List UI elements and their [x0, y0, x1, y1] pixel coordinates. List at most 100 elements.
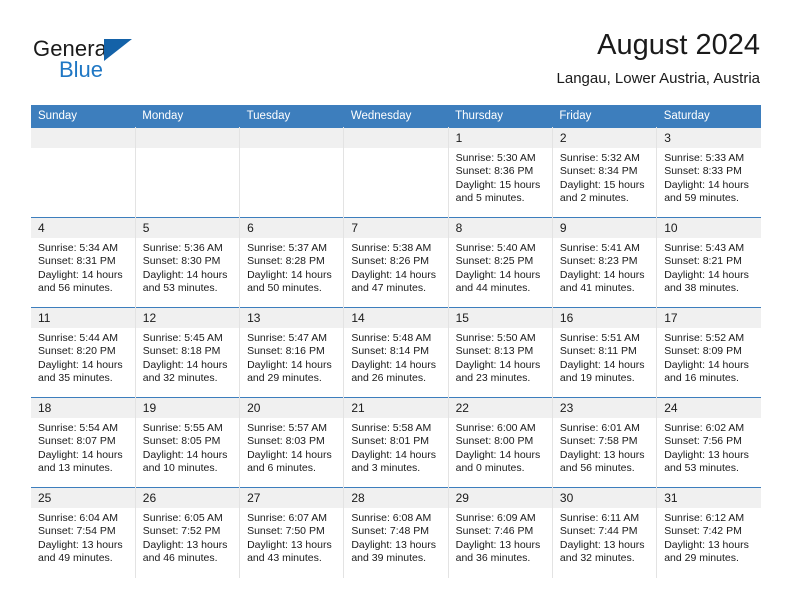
sunrise-time: Sunrise: 5:43 AM: [664, 242, 745, 254]
sunset-time: Sunset: 8:36 PM: [455, 165, 534, 178]
day-details: Sunrise: 5:54 AM Sunset: 8:07 PM Daylight:…: [31, 418, 135, 476]
day-number: [135, 128, 240, 148]
calendar-day-cell[interactable]: 20 Sunrise: 5:57 AM Sunset: 8:03 PM Dayligh…: [239, 397, 345, 488]
calendar-page: General Blue August 2024 Langau, Lower A…: [0, 0, 792, 612]
sunset-time: Sunset: 7:48 PM: [351, 525, 429, 538]
day-number: 30: [552, 488, 657, 508]
daylight-duration-line1: Daylight: 14 hours: [142, 268, 228, 281]
calendar-day-cell[interactable]: 14 Sunrise: 5:48 AM Sunset: 8:14 PM Dayligh…: [343, 307, 449, 398]
calendar-day-cell[interactable]: 31 Sunrise: 6:12 AM Sunset: 7:42 PM Dayligh…: [656, 487, 761, 578]
daylight-duration-line2: and 26 minutes.: [351, 372, 427, 385]
calendar-day-cell[interactable]: 29 Sunrise: 6:09 AM Sunset: 7:46 PM Dayligh…: [447, 487, 553, 578]
sunset-time: Sunset: 7:56 PM: [664, 435, 742, 448]
daylight-duration-line1: Daylight: 14 hours: [38, 448, 123, 461]
brand-logo[interactable]: General Blue: [33, 36, 153, 82]
daylight-duration-line1: Daylight: 14 hours: [559, 358, 645, 371]
calendar-day-cell[interactable]: 30 Sunrise: 6:11 AM Sunset: 7:44 PM Dayligh…: [551, 487, 658, 578]
calendar-day-cell[interactable]: 2 Sunrise: 5:32 AM Sunset: 8:34 PM Daylight…: [551, 127, 658, 218]
day-number: 31: [657, 488, 761, 508]
calendar-day-cell[interactable]: 25 Sunrise: 6:04 AM Sunset: 7:54 PM Dayligh…: [31, 487, 136, 578]
day-number: 9: [552, 218, 657, 238]
daylight-duration-line2: and 16 minutes.: [664, 372, 739, 385]
calendar-week-row: 25 Sunrise: 6:04 AM Sunset: 7:54 PM Dayligh…: [31, 487, 761, 578]
calendar-week-row: 4 Sunrise: 5:34 AM Sunset: 8:31 PM Daylight…: [31, 217, 761, 308]
calendar-day-cell[interactable]: 24 Sunrise: 6:02 AM Sunset: 7:56 PM Dayligh…: [656, 397, 761, 488]
day-details: Sunrise: 5:55 AM Sunset: 8:05 PM Daylight:…: [136, 418, 239, 476]
calendar-day-cell[interactable]: 27 Sunrise: 6:07 AM Sunset: 7:50 PM Dayligh…: [239, 487, 345, 578]
day-number: 19: [135, 398, 240, 418]
day-details: Sunrise: 5:38 AM Sunset: 8:26 PM Daylight:…: [344, 238, 447, 296]
day-number: 11: [31, 308, 135, 328]
daylight-duration-line2: and 6 minutes.: [247, 462, 316, 475]
daylight-duration-line2: and 32 minutes.: [559, 552, 635, 565]
sunset-time: Sunset: 7:52 PM: [142, 525, 221, 538]
calendar-day-cell[interactable]: 16 Sunrise: 5:51 AM Sunset: 8:11 PM Dayligh…: [551, 307, 658, 398]
day-number: [240, 128, 344, 148]
weekday-header-wednesday: Wednesday: [343, 105, 449, 128]
calendar-day-cell[interactable]: 12 Sunrise: 5:45 AM Sunset: 8:18 PM Dayligh…: [134, 307, 241, 398]
calendar-day-cell[interactable]: 21 Sunrise: 5:58 AM Sunset: 8:01 PM Dayligh…: [343, 397, 449, 488]
day-details: Sunrise: 5:34 AM Sunset: 8:31 PM Daylight:…: [31, 238, 135, 296]
sunrise-time: Sunrise: 5:30 AM: [455, 152, 536, 164]
calendar-day-cell[interactable]: 15 Sunrise: 5:50 AM Sunset: 8:13 PM Dayligh…: [447, 307, 553, 398]
sunset-time: Sunset: 8:21 PM: [664, 255, 742, 268]
calendar-day-cell[interactable]: 8 Sunrise: 5:40 AM Sunset: 8:25 PM Daylight…: [447, 217, 553, 308]
sunset-time: Sunset: 8:28 PM: [247, 255, 325, 268]
calendar-week-row: 18 Sunrise: 5:54 AM Sunset: 8:07 PM Dayligh…: [31, 397, 761, 488]
calendar-day-cell-empty: [134, 127, 241, 218]
sunset-time: Sunset: 8:11 PM: [559, 345, 637, 358]
calendar-day-cell[interactable]: 4 Sunrise: 5:34 AM Sunset: 8:31 PM Daylight…: [31, 217, 136, 308]
sunset-time: Sunset: 7:46 PM: [455, 525, 534, 538]
calendar-day-cell[interactable]: 26 Sunrise: 6:05 AM Sunset: 7:52 PM Dayligh…: [134, 487, 241, 578]
calendar-day-cell[interactable]: 22 Sunrise: 6:00 AM Sunset: 8:00 PM Dayligh…: [447, 397, 553, 488]
day-number: [31, 128, 135, 148]
sunrise-time: Sunrise: 5:50 AM: [455, 332, 536, 344]
calendar-day-cell[interactable]: 19 Sunrise: 5:55 AM Sunset: 8:05 PM Dayligh…: [134, 397, 241, 488]
day-number: 4: [31, 218, 135, 238]
day-number: 3: [657, 128, 761, 148]
daylight-duration-line1: Daylight: 14 hours: [351, 448, 436, 461]
day-details: Sunrise: 5:40 AM Sunset: 8:25 PM Daylight:…: [449, 238, 552, 296]
daylight-duration-line2: and 43 minutes.: [247, 552, 322, 565]
daylight-duration-line1: Daylight: 13 hours: [455, 538, 541, 551]
daylight-duration-line2: and 56 minutes.: [559, 462, 635, 475]
day-number: 17: [657, 308, 761, 328]
daylight-duration-line1: Daylight: 14 hours: [142, 448, 228, 461]
day-details: Sunrise: 6:01 AM Sunset: 7:58 PM Daylight:…: [553, 418, 656, 476]
calendar-day-cell[interactable]: 9 Sunrise: 5:41 AM Sunset: 8:23 PM Daylight…: [551, 217, 658, 308]
day-number: 21: [344, 398, 448, 418]
calendar-day-cell[interactable]: 7 Sunrise: 5:38 AM Sunset: 8:26 PM Daylight…: [343, 217, 449, 308]
day-number: 15: [448, 308, 552, 328]
daylight-duration-line2: and 19 minutes.: [559, 372, 635, 385]
sunrise-time: Sunrise: 6:09 AM: [455, 512, 536, 524]
calendar-day-cell[interactable]: 1 Sunrise: 5:30 AM Sunset: 8:36 PM Daylight…: [447, 127, 553, 218]
sunrise-time: Sunrise: 5:51 AM: [559, 332, 640, 344]
calendar-day-cell[interactable]: 5 Sunrise: 5:36 AM Sunset: 8:30 PM Daylight…: [134, 217, 241, 308]
sunrise-time: Sunrise: 5:37 AM: [247, 242, 328, 254]
calendar-day-cell[interactable]: 10 Sunrise: 5:43 AM Sunset: 8:21 PM Dayligh…: [656, 217, 761, 308]
calendar-day-cell[interactable]: 28 Sunrise: 6:08 AM Sunset: 7:48 PM Dayligh…: [343, 487, 449, 578]
calendar-day-cell[interactable]: 6 Sunrise: 5:37 AM Sunset: 8:28 PM Daylight…: [239, 217, 345, 308]
daylight-duration-line2: and 29 minutes.: [664, 552, 739, 565]
daylight-duration-line2: and 56 minutes.: [38, 282, 113, 295]
calendar-day-cell[interactable]: 11 Sunrise: 5:44 AM Sunset: 8:20 PM Dayligh…: [31, 307, 136, 398]
sunrise-time: Sunrise: 5:52 AM: [664, 332, 745, 344]
page-header: General Blue August 2024 Langau, Lower A…: [0, 0, 792, 100]
day-number: 26: [135, 488, 240, 508]
daylight-duration-line2: and 44 minutes.: [455, 282, 531, 295]
calendar-day-cell[interactable]: 23 Sunrise: 6:01 AM Sunset: 7:58 PM Dayligh…: [551, 397, 658, 488]
calendar-day-cell[interactable]: 17 Sunrise: 5:52 AM Sunset: 8:09 PM Dayligh…: [656, 307, 761, 398]
calendar-day-cell[interactable]: 13 Sunrise: 5:47 AM Sunset: 8:16 PM Dayligh…: [239, 307, 345, 398]
sunrise-time: Sunrise: 5:32 AM: [559, 152, 640, 164]
calendar-day-cell[interactable]: 18 Sunrise: 5:54 AM Sunset: 8:07 PM Dayligh…: [31, 397, 136, 488]
sunrise-time: Sunrise: 5:44 AM: [38, 332, 118, 344]
brand-flag-icon: [104, 39, 132, 61]
daylight-duration-line2: and 53 minutes.: [664, 462, 739, 475]
daylight-duration-line1: Daylight: 15 hours: [559, 178, 645, 191]
sunrise-time: Sunrise: 6:05 AM: [142, 512, 223, 524]
day-details: Sunrise: 5:41 AM Sunset: 8:23 PM Daylight:…: [553, 238, 656, 296]
sunrise-time: Sunrise: 5:55 AM: [142, 422, 223, 434]
sunrise-time: Sunrise: 5:57 AM: [247, 422, 328, 434]
page-title: August 2024: [597, 29, 760, 61]
calendar-day-cell[interactable]: 3 Sunrise: 5:33 AM Sunset: 8:33 PM Daylight…: [656, 127, 761, 218]
